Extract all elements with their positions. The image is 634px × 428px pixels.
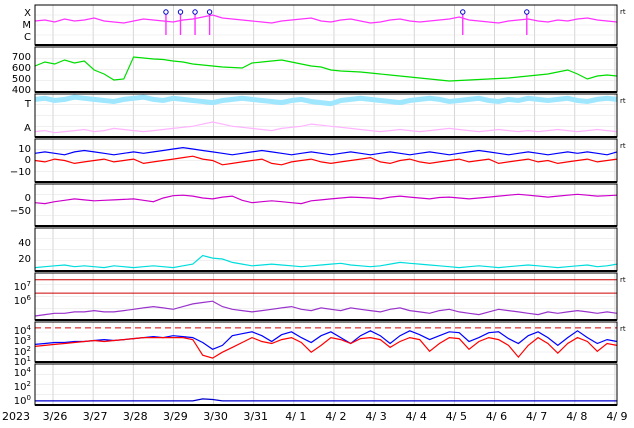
series-line-xray-0: [34, 14, 618, 24]
x-tick-label-9: 4/ 4: [406, 410, 427, 423]
series-line-imf-b-0: [34, 146, 618, 156]
x-tick-label-0: 3/26: [43, 410, 68, 423]
series-line-kp-index-1: [34, 121, 618, 134]
y-tick-label-imf-b-1: 0: [25, 155, 31, 166]
y-tick-label-imf-b-2: −10: [10, 167, 31, 178]
right-marker-electron-flux: rt: [620, 276, 626, 284]
year-label: 2023: [2, 410, 30, 423]
y-tick-label-high-energy-proton-2: 100: [14, 394, 31, 407]
x-tick-label-6: 4/ 1: [285, 410, 306, 423]
y-tick-label-electron-flux-0: 107: [14, 280, 31, 293]
y-tick-label-kp-index-1: A: [24, 123, 31, 134]
flare-marker-4: [460, 9, 466, 15]
flare-marker-1: [177, 9, 184, 15]
series-line-bz-0: [34, 193, 618, 205]
x-tick-label-3: 3/29: [163, 410, 188, 423]
series-line-proton-flux-1: [34, 336, 618, 359]
y-tick-label-wind-speed-1: 600: [12, 63, 31, 74]
right-marker-kp-index: rt: [620, 97, 626, 105]
y-tick-label-imf-b-0: 10: [18, 144, 31, 155]
x-tick-label-8: 4/ 3: [366, 410, 387, 423]
flare-marker-3: [206, 9, 213, 15]
y-tick-label-density-0: 40: [18, 238, 31, 249]
y-tick-label-xray-1: M: [22, 20, 31, 31]
y-tick-label-wind-speed-3: 400: [12, 85, 31, 96]
series-line-wind-speed-0: [34, 56, 618, 82]
x-tick-label-5: 3/31: [243, 410, 268, 423]
series-line-kp-index-0: [34, 94, 618, 107]
series-line-electron-flux-0: [34, 300, 618, 317]
series-line-density-0: [34, 254, 618, 269]
right-marker-imf-b: rt: [620, 142, 626, 150]
x-tick-label-12: 4/ 7: [526, 410, 547, 423]
series-line-high-energy-proton-0: [35, 398, 617, 402]
y-tick-label-wind-speed-0: 700: [12, 52, 31, 63]
y-tick-label-xray-0: X: [24, 8, 31, 19]
x-tick-label-4: 3/30: [203, 410, 228, 423]
x-tick-label-14: 4/ 9: [606, 410, 627, 423]
x-tick-label-7: 4/ 2: [325, 410, 346, 423]
space-weather-chart: X M Crt 700 600 500 400 T Art 10 0 −10 rt 0 −50 40 20 107…: [0, 0, 634, 424]
flare-marker-2: [192, 9, 198, 15]
flare-marker-5: [524, 9, 530, 15]
y-tick-label-kp-index-0: T: [24, 99, 32, 110]
y-tick-label-high-energy-proton-1: 102: [14, 380, 31, 393]
y-tick-label-density-1: 20: [18, 254, 31, 265]
y-tick-label-bz-0: 0: [25, 193, 31, 204]
y-tick-label-xray-2: C: [24, 32, 31, 43]
right-marker-proton-flux: rt: [620, 325, 626, 333]
y-tick-label-electron-flux-1: 106: [14, 294, 32, 307]
flare-marker-0: [163, 9, 169, 15]
y-tick-label-high-energy-proton-0: 104: [14, 366, 32, 379]
x-tick-label-13: 4/ 8: [566, 410, 587, 423]
y-tick-label-bz-1: −50: [10, 206, 31, 217]
x-tick-label-1: 3/27: [83, 410, 108, 423]
x-tick-label-11: 4/ 6: [486, 410, 507, 423]
x-tick-label-2: 3/28: [123, 410, 148, 423]
y-tick-label-wind-speed-2: 500: [12, 74, 31, 85]
x-tick-label-10: 4/ 5: [446, 410, 467, 423]
right-marker-xray: rt: [620, 8, 626, 16]
chart-svg: XMCrt700600500400TArt100−10rt0−504020107…: [2, 4, 628, 423]
